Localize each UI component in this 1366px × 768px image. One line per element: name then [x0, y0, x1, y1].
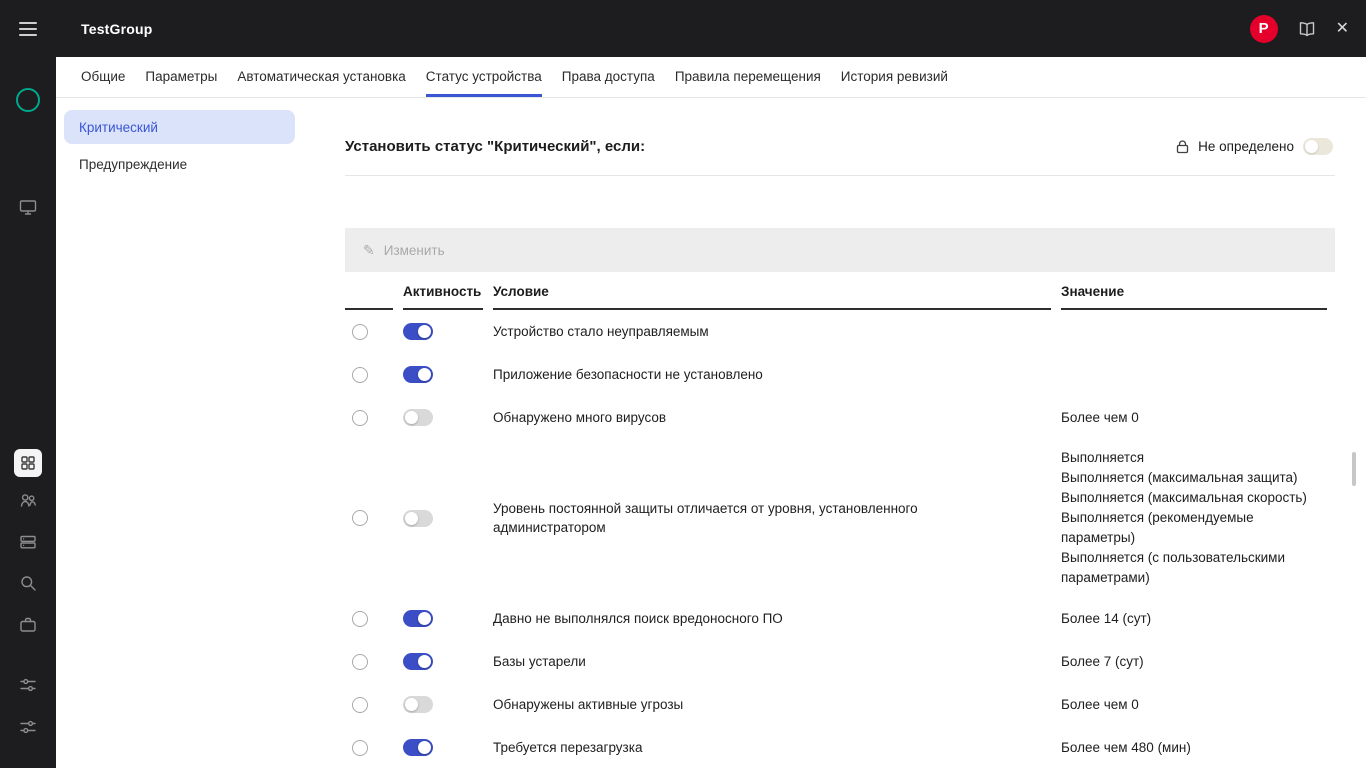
undefined-label: Не определено	[1198, 139, 1294, 154]
tab-права-доступа[interactable]: Права доступа	[562, 57, 655, 97]
activity-column-header: Активность	[403, 272, 483, 310]
value-text: Более 7 (сут)	[1061, 652, 1327, 672]
table-row: Обнаружены активные угрозы Более чем 0	[345, 683, 1327, 726]
row-radio[interactable]	[352, 367, 368, 383]
servers-icon[interactable]	[19, 533, 37, 556]
status-subnav: КритическийПредупреждение	[56, 98, 345, 768]
value-line: Более 7 (сут)	[1061, 652, 1309, 672]
edit-button[interactable]: Изменить	[384, 243, 445, 258]
row-radio[interactable]	[352, 740, 368, 756]
value-line: Более чем 0	[1061, 408, 1309, 428]
content-area: КритическийПредупреждение Установить ста…	[56, 98, 1366, 768]
tab-правила-перемещения[interactable]: Правила перемещения	[675, 57, 821, 97]
topbar-actions: Р ✕	[1250, 15, 1366, 43]
tab-история-ревизий[interactable]: История ревизий	[841, 57, 948, 97]
value-column-header: Значение	[1061, 272, 1327, 310]
edit-pencil-icon: ✎	[363, 242, 375, 259]
activity-toggle[interactable]	[403, 323, 433, 340]
row-radio[interactable]	[352, 697, 368, 713]
radio-column-header	[345, 272, 393, 310]
value-line: Выполняется (максимальная скорость)	[1061, 488, 1309, 508]
search-icon[interactable]	[19, 574, 37, 597]
condition-label: Приложение безопасности не установлено	[493, 365, 1051, 384]
devices-active-icon[interactable]	[14, 449, 42, 477]
table-row: Давно не выполнялся поиск вредоносного П…	[345, 597, 1327, 640]
condition-label: Устройство стало неуправляемым	[493, 322, 1051, 341]
value-line: Выполняется (с пользовательскими парамет…	[1061, 548, 1309, 588]
value-line: Более чем 0	[1061, 695, 1309, 715]
tab-общие[interactable]: Общие	[81, 57, 125, 97]
row-radio[interactable]	[352, 510, 368, 526]
table-row: Уровень постоянной защиты отличается от …	[345, 439, 1327, 597]
activity-toggle[interactable]	[403, 653, 433, 670]
lock-area: Не определено	[1176, 138, 1333, 155]
activity-toggle[interactable]	[403, 366, 433, 383]
value-text: Более чем 0	[1061, 695, 1327, 715]
activity-toggle[interactable]	[403, 610, 433, 627]
hamburger-icon	[19, 22, 37, 36]
table-header: Активность Условие Значение	[345, 272, 1327, 310]
menu-icon[interactable]	[0, 22, 56, 36]
row-radio[interactable]	[352, 611, 368, 627]
topbar: TestGroup Р ✕	[0, 0, 1366, 57]
value-line: Более 14 (сут)	[1061, 609, 1309, 629]
tab-параметры[interactable]: Параметры	[145, 57, 217, 97]
activity-toggle[interactable]	[403, 409, 433, 426]
table-body: Устройство стало неуправляемым Приложение…	[345, 310, 1335, 768]
lock-icon	[1176, 139, 1189, 154]
condition-column-header: Условие	[493, 272, 1051, 310]
value-text: Более чем 480 (мин)	[1061, 738, 1327, 758]
tab-bar: Общие Параметры Автоматическая установка Ст…	[56, 57, 1366, 98]
table-row: Требуется перезагрузка Более чем 480 (мин…	[345, 726, 1327, 768]
table-row: Устройство стало неуправляемым	[345, 310, 1327, 353]
monitoring-icon[interactable]	[19, 198, 37, 221]
value-text: Более чем 0	[1061, 408, 1327, 428]
activity-toggle[interactable]	[403, 510, 433, 527]
row-radio[interactable]	[352, 654, 368, 670]
table-toolbar: ✎ Изменить	[345, 228, 1335, 272]
condition-label: Требуется перезагрузка	[493, 738, 1051, 757]
value-line: Более чем 480 (мин)	[1061, 738, 1309, 758]
table-row: Приложение безопасности не установлено	[345, 353, 1327, 396]
value-line: Выполняется	[1061, 448, 1309, 468]
close-icon[interactable]: ✕	[1336, 21, 1349, 37]
activity-toggle[interactable]	[403, 739, 433, 756]
window-title: TestGroup	[81, 21, 153, 37]
console-settings-icon[interactable]	[19, 718, 37, 741]
condition-label: Уровень постоянной защиты отличается от …	[493, 499, 1051, 537]
subnav-item[interactable]: Предупреждение	[64, 147, 295, 181]
status-panel: Установить статус "Критический", если: Н…	[345, 98, 1335, 768]
subnav-item[interactable]: Критический	[64, 110, 295, 144]
brand-logo-icon[interactable]: Р	[1250, 15, 1278, 43]
row-radio[interactable]	[352, 324, 368, 340]
settings-sliders-icon[interactable]	[19, 676, 37, 699]
value-line: Выполняется (максимальная защита)	[1061, 468, 1309, 488]
row-radio[interactable]	[352, 410, 368, 426]
users-icon[interactable]	[19, 491, 37, 514]
table-row: Обнаружено много вирусов Более чем 0	[345, 396, 1327, 439]
help-book-icon[interactable]	[1297, 20, 1317, 38]
condition-label: Давно не выполнялся поиск вредоносного П…	[493, 609, 1051, 628]
condition-label: Обнаружено много вирусов	[493, 408, 1051, 427]
condition-label: Обнаружены активные угрозы	[493, 695, 1051, 714]
table-row: Базы устарели Более 7 (сут)	[345, 640, 1327, 683]
product-logo-icon	[16, 88, 40, 112]
panel-header: Установить статус "Критический", если: Н…	[345, 118, 1335, 176]
condition-label: Базы устарели	[493, 652, 1051, 671]
briefcase-icon[interactable]	[19, 616, 37, 639]
value-line: Выполняется (рекомендуемые параметры)	[1061, 508, 1309, 548]
activity-toggle[interactable]	[403, 696, 433, 713]
value-text: ВыполняетсяВыполняется (максимальная защ…	[1061, 448, 1327, 588]
tab-статус-устройства[interactable]: Статус устройства	[426, 57, 542, 97]
value-text: Более 14 (сут)	[1061, 609, 1327, 629]
left-rail	[0, 57, 56, 768]
undefined-toggle[interactable]	[1303, 138, 1333, 155]
tab-автоматическая-установка[interactable]: Автоматическая установка	[237, 57, 405, 97]
panel-title: Установить статус "Критический", если:	[345, 138, 645, 155]
vertical-scrollbar[interactable]	[1352, 452, 1356, 486]
